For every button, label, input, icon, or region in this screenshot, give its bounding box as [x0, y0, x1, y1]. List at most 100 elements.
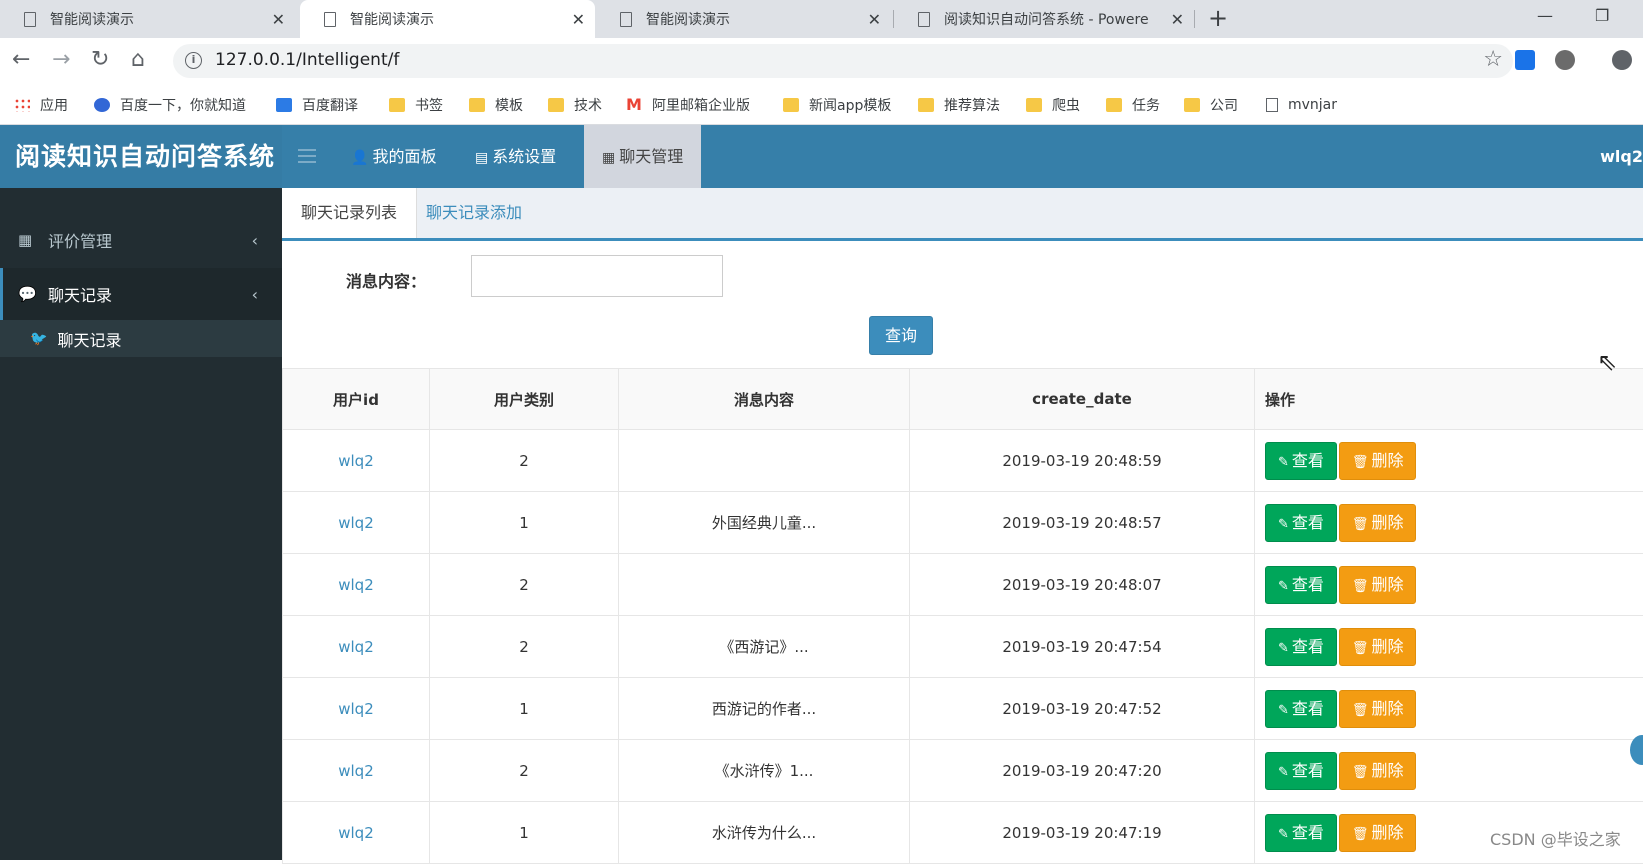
- forward-icon[interactable]: →: [52, 47, 70, 72]
- bookmark-folder[interactable]: 新闻app模板: [783, 85, 891, 125]
- pencil-icon: ✎: [1278, 517, 1289, 532]
- minimize-icon[interactable]: —: [1537, 6, 1553, 25]
- folder-icon: [469, 98, 485, 112]
- bookmark-folder[interactable]: 书签: [389, 85, 443, 125]
- app-logo[interactable]: 阅读知识自动问答系统: [0, 125, 282, 188]
- delete-button[interactable]: 🗑删除: [1339, 814, 1417, 852]
- new-tab-icon[interactable]: +: [1208, 4, 1228, 32]
- nav-chat-management[interactable]: ▦聊天管理: [584, 125, 701, 188]
- bookmark-folder[interactable]: 公司: [1184, 85, 1238, 125]
- user-id-link[interactable]: wlq2: [338, 576, 374, 594]
- cell-message: [619, 430, 910, 492]
- user-id-link[interactable]: wlq2: [338, 700, 374, 718]
- bookmark-folder[interactable]: 技术: [548, 85, 602, 125]
- cell-actions: ✎查看🗑删除: [1255, 554, 1643, 616]
- nav-label: 我的面板: [372, 147, 436, 166]
- delete-label: 删除: [1371, 699, 1403, 718]
- user-id-link[interactable]: wlq2: [338, 452, 374, 470]
- bookmark-item[interactable]: M阿里邮箱企业版: [626, 85, 750, 125]
- restore-icon[interactable]: ❐: [1595, 6, 1609, 25]
- query-button[interactable]: 查询: [869, 316, 933, 355]
- tab-chat-record-add[interactable]: 聊天记录添加: [407, 188, 541, 238]
- browser-tab[interactable]: 阅读知识自动问答系统 - Powere ✕: [894, 0, 1194, 38]
- reload-icon[interactable]: ↻: [91, 47, 109, 72]
- delete-label: 删除: [1371, 575, 1403, 594]
- user-id-link[interactable]: wlq2: [338, 824, 374, 842]
- view-button[interactable]: ✎查看: [1265, 690, 1337, 728]
- pencil-icon: ✎: [1278, 579, 1289, 594]
- bookmarks-bar: 应用 百度一下，你就知道 百度翻译 书签 模板 技术 M阿里邮箱企业版 新闻ap…: [0, 85, 1643, 125]
- bookmark-label: 阿里邮箱企业版: [652, 95, 750, 115]
- current-user[interactable]: wlq2: [1600, 125, 1643, 188]
- list-icon: ▤: [475, 150, 488, 166]
- bookmark-item[interactable]: 百度一下，你就知道: [94, 85, 246, 125]
- cell-user-type: 1: [430, 802, 619, 864]
- cell-user-type: 2: [430, 430, 619, 492]
- browser-tab[interactable]: 智能阅读演示 ✕: [0, 0, 295, 38]
- sidebar: ▦ 评价管理 ‹ 💬 聊天记录 ‹ 🐦 聊天记录: [0, 188, 282, 860]
- user-id-link[interactable]: wlq2: [338, 638, 374, 656]
- delete-button[interactable]: 🗑删除: [1339, 752, 1417, 790]
- view-button[interactable]: ✎查看: [1265, 504, 1337, 542]
- delete-label: 删除: [1371, 451, 1403, 470]
- message-content-input[interactable]: [471, 255, 723, 297]
- bookmark-folder[interactable]: 模板: [469, 85, 523, 125]
- profile-icon[interactable]: [1612, 50, 1632, 70]
- tab-chat-record-list[interactable]: 聊天记录列表: [282, 188, 417, 238]
- delete-button[interactable]: 🗑删除: [1339, 504, 1417, 542]
- view-button[interactable]: ✎查看: [1265, 814, 1337, 852]
- bookmark-folder[interactable]: 推荐算法: [918, 85, 1000, 125]
- bookmark-item[interactable]: 百度翻译: [276, 85, 358, 125]
- sidebar-item-chat-records[interactable]: 💬 聊天记录 ‹: [0, 268, 282, 320]
- view-label: 查看: [1292, 761, 1324, 780]
- bookmark-folder[interactable]: 任务: [1106, 85, 1160, 125]
- back-icon[interactable]: ←: [12, 47, 30, 72]
- user-id-link[interactable]: wlq2: [338, 762, 374, 780]
- view-button[interactable]: ✎查看: [1265, 752, 1337, 790]
- table-row: wlq22《水浒传》1...2019-03-19 20:47:20✎查看🗑删除: [283, 740, 1643, 802]
- sidebar-toggle-icon[interactable]: [298, 149, 316, 163]
- bookmark-star-icon[interactable]: ☆: [1483, 47, 1503, 72]
- close-icon[interactable]: ✕: [1171, 10, 1184, 29]
- close-icon[interactable]: ✕: [272, 10, 285, 29]
- cell-create-date: 2019-03-19 20:47:52: [910, 678, 1255, 740]
- view-label: 查看: [1292, 699, 1324, 718]
- omnibox[interactable]: i 127.0.0.1/Intelligent/f ☆: [173, 44, 1513, 78]
- table-header-row: 用户id 用户类别 消息内容 create_date 操作: [283, 369, 1643, 430]
- cell-user-type: 1: [430, 678, 619, 740]
- extension-icon[interactable]: [1555, 50, 1575, 70]
- delete-button[interactable]: 🗑删除: [1339, 690, 1417, 728]
- sidebar-subitem-chat-records[interactable]: 🐦 聊天记录: [0, 320, 282, 357]
- delete-button[interactable]: 🗑删除: [1339, 442, 1417, 480]
- bookmark-item[interactable]: mvnjar: [1266, 85, 1337, 125]
- browser-tab-active[interactable]: 智能阅读演示 ✕: [300, 0, 595, 38]
- bookmark-label: 任务: [1132, 95, 1160, 115]
- bookmark-apps[interactable]: 应用: [14, 85, 68, 125]
- cell-message: 西游记的作者...: [619, 678, 910, 740]
- close-icon[interactable]: ✕: [868, 10, 881, 29]
- home-icon[interactable]: ⌂: [131, 47, 145, 72]
- view-button[interactable]: ✎查看: [1265, 566, 1337, 604]
- folder-icon: [548, 98, 564, 112]
- user-id-link[interactable]: wlq2: [338, 514, 374, 532]
- extension-icon[interactable]: [1515, 50, 1535, 70]
- pencil-icon: ✎: [1278, 703, 1289, 718]
- view-button[interactable]: ✎查看: [1265, 628, 1337, 666]
- browser-tab[interactable]: 智能阅读演示 ✕: [596, 0, 891, 38]
- url-text[interactable]: 127.0.0.1/Intelligent/f: [215, 50, 399, 70]
- sidebar-item-evaluation[interactable]: ▦ 评价管理 ‹: [0, 214, 282, 266]
- delete-button[interactable]: 🗑删除: [1339, 628, 1417, 666]
- cell-user-id: wlq2: [283, 740, 430, 802]
- bookmark-folder[interactable]: 爬虫: [1026, 85, 1080, 125]
- view-button[interactable]: ✎查看: [1265, 442, 1337, 480]
- folder-icon: [918, 98, 934, 112]
- info-icon[interactable]: i: [185, 52, 202, 69]
- bookmark-label: 爬虫: [1052, 95, 1080, 115]
- close-icon[interactable]: ✕: [572, 10, 585, 29]
- cell-user-type: 2: [430, 616, 619, 678]
- nav-system-settings[interactable]: ▤系统设置: [457, 125, 574, 188]
- cell-message: 水浒传为什么...: [619, 802, 910, 864]
- bookmark-label: 技术: [574, 95, 602, 115]
- delete-button[interactable]: 🗑删除: [1339, 566, 1417, 604]
- nav-my-panel[interactable]: 👤我的面板: [333, 125, 454, 188]
